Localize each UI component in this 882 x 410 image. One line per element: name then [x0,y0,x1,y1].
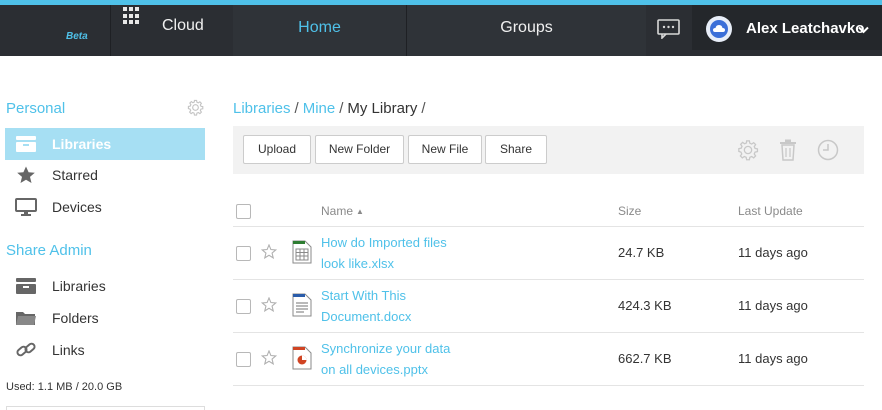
file-last-update: 11 days ago [738,245,808,260]
sidebar-item-label: Folders [52,310,99,326]
sort-ascending-icon: ▲ [356,207,364,216]
breadcrumb-separator: / [339,100,344,117]
star-outline-icon[interactable] [260,243,278,262]
toolbar: Upload New Folder New File Share [233,126,864,174]
breadcrumb-separator: / [294,100,299,117]
upload-button[interactable]: Upload [243,135,311,164]
table-row[interactable]: Start With This Document.docx 424.3 KB 1… [233,280,864,333]
nav-groups-tab[interactable]: Groups [406,5,646,56]
share-button[interactable]: Share [485,135,547,164]
avatar [706,16,732,42]
spreadsheet-icon [292,240,312,267]
column-size[interactable]: Size [618,204,641,218]
new-folder-button[interactable]: New Folder [315,135,404,164]
document-icon [292,293,312,320]
chevron-down-icon [858,22,869,37]
top-navigation-bar: Beta Cloud Home Groups Alex Leatchavko [0,0,882,56]
breadcrumb-mine[interactable]: Mine [303,100,336,117]
link-icon [15,341,37,359]
new-file-button[interactable]: New File [408,135,482,164]
file-name-link[interactable]: Synchronize your data on all devices.ppt… [321,338,471,380]
file-table-header: Name ▲ Size Last Update [233,197,864,227]
breadcrumb-current: My Library [347,100,418,117]
beta-badge: Beta [66,31,88,42]
sidebar-item-libraries[interactable]: Libraries [5,128,205,160]
sidebar-item-starred[interactable]: Starred [5,159,205,191]
select-all-checkbox[interactable] [236,204,251,219]
chat-icon[interactable] [657,19,681,42]
nav-home-tab[interactable]: Home [233,5,406,56]
row-checkbox[interactable] [236,299,251,314]
row-checkbox[interactable] [236,246,251,261]
breadcrumb-separator: / [421,100,426,117]
settings-gear-icon[interactable] [737,139,759,164]
user-menu[interactable]: Alex Leatchavko [692,5,882,50]
storage-usage: Used: 1.1 MB / 20.0 GB [6,381,123,393]
library-icon [15,135,37,153]
file-size: 24.7 KB [618,245,665,260]
logo[interactable]: Beta [0,5,110,56]
apps-grid-icon[interactable] [123,7,141,25]
breadcrumb: Libraries / Mine / My Library / [233,100,430,117]
star-outline-icon[interactable] [260,349,278,368]
sidebar-item-label: Devices [52,199,102,215]
column-name[interactable]: Name ▲ [321,204,364,218]
table-row[interactable]: Synchronize your data on all devices.ppt… [233,333,864,386]
gear-icon[interactable] [187,99,204,119]
sidebar-item-devices[interactable]: Devices [5,191,205,223]
star-icon [15,166,37,184]
sidebar-item-links[interactable]: Links [5,334,205,366]
file-name-link[interactable]: Start With This Document.docx [321,285,471,327]
nav-divider [110,5,111,56]
file-last-update: 11 days ago [738,351,808,366]
breadcrumb-libraries[interactable]: Libraries [233,100,291,117]
history-clock-icon[interactable] [817,139,839,164]
row-checkbox[interactable] [236,352,251,367]
trash-icon[interactable] [779,139,797,164]
presentation-icon [292,346,312,373]
user-name: Alex Leatchavko [746,20,865,37]
column-last-update[interactable]: Last Update [738,204,803,218]
table-row[interactable]: How do Imported files look like.xlsx 24.… [233,227,864,280]
sidebar-item-label: Starred [52,167,98,183]
file-last-update: 11 days ago [738,298,808,313]
sidebar-title-personal: Personal [6,100,66,117]
file-size: 662.7 KB [618,351,672,366]
star-outline-icon[interactable] [260,296,278,315]
sidebar-item-folders[interactable]: Folders [5,302,205,334]
library-icon [15,277,37,295]
sidebar-item-admin-libraries[interactable]: Libraries [5,270,205,302]
folder-icon [15,309,37,327]
nav-cloud[interactable]: Cloud [162,17,204,35]
sidebar-title-share-admin: Share Admin [6,242,92,259]
storage-usage-bar [6,406,205,410]
monitor-icon [15,198,37,216]
sidebar-item-label: Links [52,342,85,358]
file-size: 424.3 KB [618,298,672,313]
file-name-link[interactable]: How do Imported files look like.xlsx [321,232,471,274]
sidebar-item-label: Libraries [52,278,106,294]
sidebar-item-label: Libraries [52,136,112,152]
